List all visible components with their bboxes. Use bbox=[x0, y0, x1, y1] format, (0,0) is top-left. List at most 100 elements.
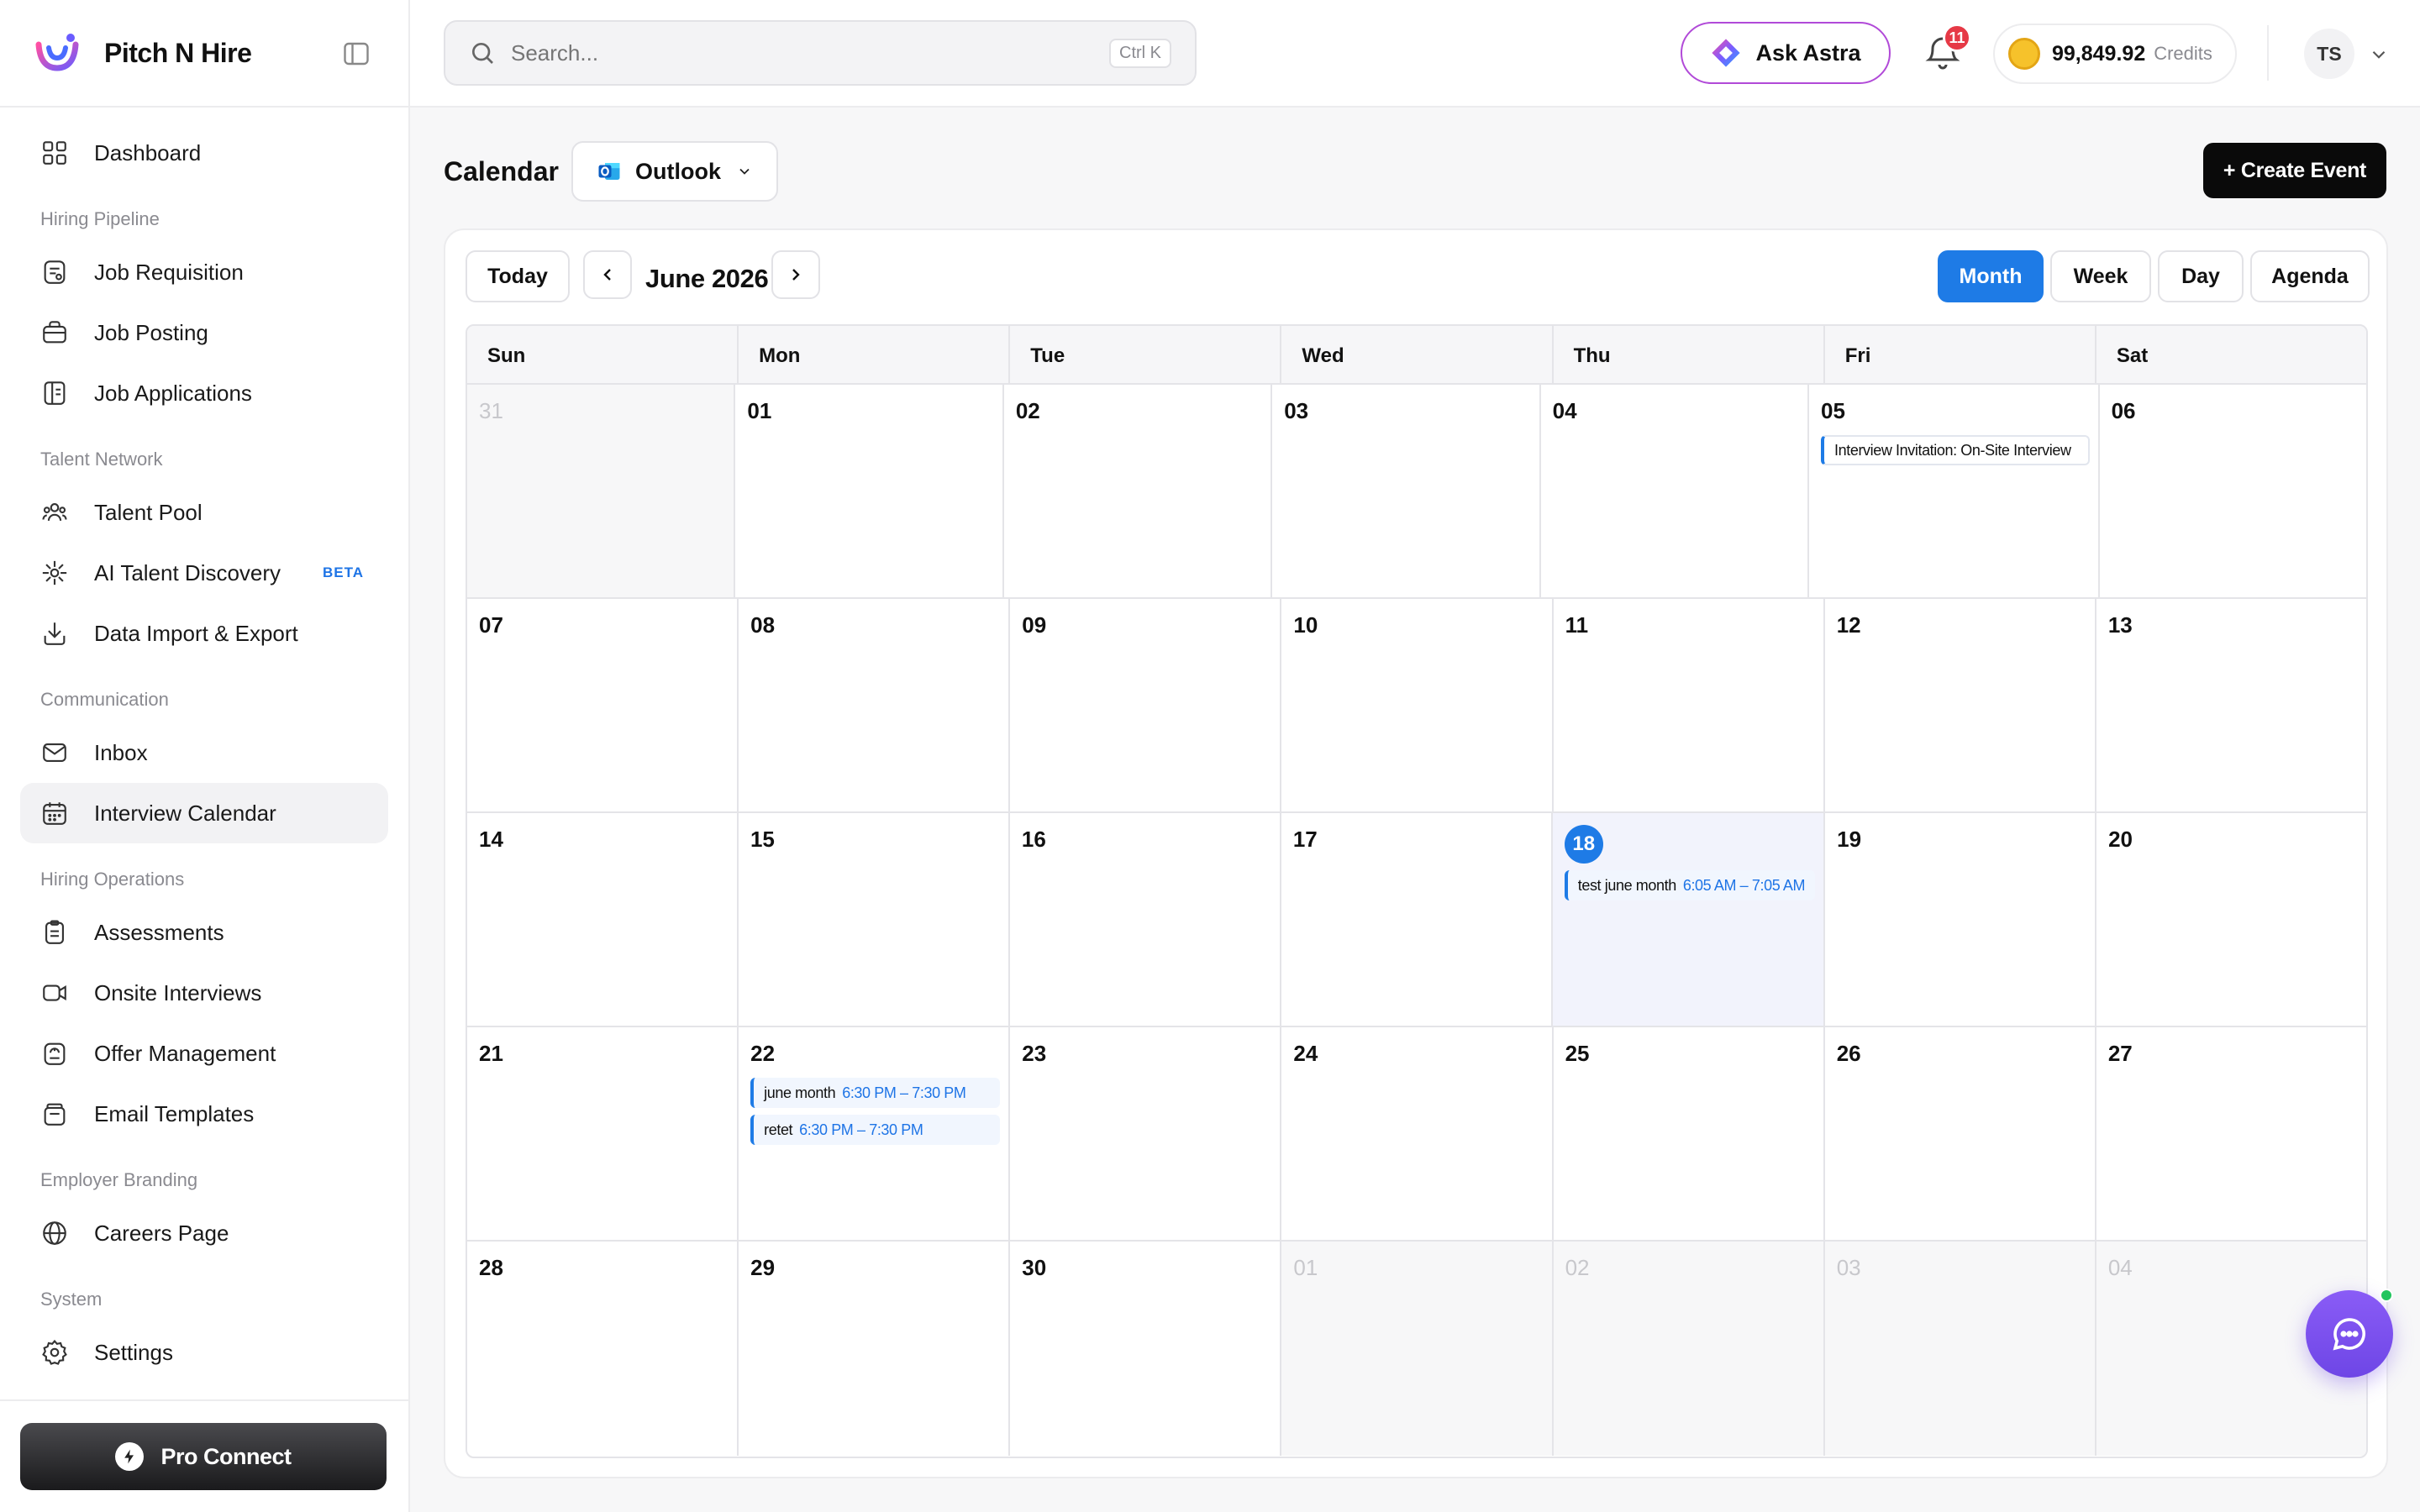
day-number: 21 bbox=[479, 1041, 503, 1066]
sidebar-item-careers-page[interactable]: Careers Page bbox=[20, 1203, 388, 1263]
sidebar-item-offer-management[interactable]: Offer Management bbox=[20, 1023, 388, 1084]
weekday-header: Wed bbox=[1281, 326, 1554, 383]
event-title: Interview Invitation: On-Site Interview bbox=[1834, 441, 2071, 459]
pro-connect-button[interactable]: Pro Connect bbox=[20, 1423, 387, 1490]
day-cell[interactable]: 15 bbox=[739, 813, 1010, 1026]
pro-connect-label: Pro Connect bbox=[160, 1443, 292, 1469]
chevron-down-icon[interactable] bbox=[2368, 44, 2390, 66]
calendar-event[interactable]: test june month 6:05 AM – 7:05 AM bbox=[1564, 870, 1816, 900]
day-cell[interactable]: 04 bbox=[1541, 385, 1810, 597]
sidebar-item-interview-calendar[interactable]: Interview Calendar bbox=[20, 783, 388, 843]
day-cell[interactable]: 29 bbox=[739, 1242, 1011, 1456]
section-title-hiring-pipeline: Hiring Pipeline bbox=[40, 208, 160, 229]
chat-support-button[interactable] bbox=[2306, 1290, 2393, 1378]
day-cell[interactable]: 08 bbox=[739, 599, 1011, 811]
sidebar-item-email-templates[interactable]: Email Templates bbox=[20, 1084, 388, 1144]
next-month-button[interactable] bbox=[771, 250, 820, 299]
day-cell[interactable]: 31 bbox=[467, 385, 736, 597]
day-cell[interactable]: 02 bbox=[1004, 385, 1273, 597]
day-cell[interactable]: 16 bbox=[1010, 813, 1281, 1026]
avatar[interactable]: TS bbox=[2304, 29, 2354, 79]
day-cell[interactable]: 10 bbox=[1281, 599, 1554, 811]
credits-display[interactable]: 99,849.92 Credits bbox=[1993, 24, 2237, 84]
sidebar-item-data-import-export[interactable]: Data Import & Export bbox=[20, 603, 388, 664]
today-button[interactable]: Today bbox=[466, 250, 570, 302]
day-cell[interactable]: 02 bbox=[1553, 1242, 1825, 1456]
day-cell[interactable]: 28 bbox=[467, 1242, 739, 1456]
day-cell[interactable]: 07 bbox=[467, 599, 739, 811]
view-day-button[interactable]: Day bbox=[2158, 250, 2244, 302]
day-cell[interactable]: 22 june month 6:30 PM – 7:30 PM retet 6:30 P… bbox=[739, 1027, 1011, 1240]
globe-icon bbox=[43, 1221, 66, 1245]
day-cell[interactable]: 01 bbox=[1281, 1242, 1554, 1456]
sidebar-toggle-icon[interactable] bbox=[341, 39, 371, 69]
week-row: 31 01 02 03 04 05 Interview Invitation: On-Sit… bbox=[467, 385, 2366, 599]
day-cell[interactable]: 19 bbox=[1825, 813, 2097, 1026]
day-cell[interactable]: 03 bbox=[1824, 1242, 2096, 1456]
chevron-left-icon bbox=[603, 269, 611, 281]
day-cell-today[interactable]: 18 test june month 6:05 AM – 7:05 AM bbox=[1552, 813, 1826, 1026]
coin-icon bbox=[2008, 38, 2040, 70]
sidebar-item-settings[interactable]: Settings bbox=[20, 1322, 388, 1383]
day-cell[interactable]: 26 bbox=[1825, 1027, 2096, 1240]
view-week-button[interactable]: Week bbox=[2050, 250, 2151, 302]
search-bar[interactable]: Ctrl K bbox=[444, 20, 1197, 86]
day-cell[interactable]: 24 bbox=[1281, 1027, 1554, 1240]
chat-bubble-icon bbox=[2333, 1318, 2365, 1351]
sidebar-item-inbox[interactable]: Inbox bbox=[20, 722, 388, 783]
sidebar-item-talent-pool[interactable]: Talent Pool bbox=[20, 482, 388, 543]
prev-month-button[interactable] bbox=[583, 250, 632, 299]
day-cell[interactable]: 25 bbox=[1554, 1027, 1825, 1240]
sidebar-item-label: Dashboard bbox=[94, 139, 202, 165]
view-agenda-button[interactable]: Agenda bbox=[2250, 250, 2370, 302]
day-cell[interactable]: 05 Interview Invitation: On-Site Intervie… bbox=[1809, 385, 2100, 597]
sidebar-item-label: Onsite Interviews bbox=[94, 979, 262, 1005]
sidebar-item-label: Job Posting bbox=[94, 319, 208, 345]
search-input[interactable] bbox=[511, 39, 1109, 66]
sidebar-item-job-applications[interactable]: Job Applications bbox=[20, 363, 388, 423]
sidebar-item-assessments[interactable]: Assessments bbox=[20, 902, 388, 963]
calendar-event[interactable]: june month 6:30 PM – 7:30 PM bbox=[750, 1078, 1001, 1108]
day-cell[interactable]: 06 bbox=[2100, 385, 2366, 597]
sidebar-item-job-posting[interactable]: Job Posting bbox=[20, 302, 388, 363]
day-number: 03 bbox=[1284, 398, 1309, 423]
day-number: 04 bbox=[2107, 1255, 2133, 1280]
day-cell[interactable]: 27 bbox=[2096, 1027, 2366, 1240]
sidebar-item-label: Assessments bbox=[94, 919, 224, 945]
day-cell[interactable]: 17 bbox=[1281, 813, 1553, 1026]
day-cell[interactable]: 20 bbox=[2096, 813, 2366, 1026]
day-number: 23 bbox=[1022, 1041, 1047, 1066]
calendar-event[interactable]: Interview Invitation: On-Site Interview bbox=[1821, 435, 2090, 465]
sidebar-item-job-requisition[interactable]: Job Requisition bbox=[20, 242, 388, 302]
day-number: 02 bbox=[1565, 1255, 1590, 1280]
day-number: 09 bbox=[1022, 612, 1047, 638]
online-status-dot bbox=[2380, 1289, 2393, 1302]
create-event-button[interactable]: + Create Event bbox=[2203, 143, 2386, 198]
sidebar-item-ai-talent-discovery[interactable]: AI Talent Discovery BETA bbox=[20, 543, 388, 603]
day-number: 01 bbox=[747, 398, 772, 423]
day-cell[interactable]: 09 bbox=[1010, 599, 1282, 811]
calendar-source-select[interactable]: Outlook bbox=[571, 141, 778, 202]
weekday-header: Fri bbox=[1825, 326, 2096, 383]
day-cell[interactable]: 01 bbox=[735, 385, 1004, 597]
day-number: 17 bbox=[1292, 827, 1318, 852]
day-cell[interactable]: 11 bbox=[1554, 599, 1825, 811]
day-cell[interactable]: 21 bbox=[467, 1027, 739, 1240]
day-number: 06 bbox=[2111, 398, 2136, 423]
day-cell[interactable]: 30 bbox=[1010, 1242, 1282, 1456]
day-cell[interactable]: 13 bbox=[2096, 599, 2366, 811]
view-month-button[interactable]: Month bbox=[1938, 250, 2044, 302]
sidebar-divider bbox=[0, 1399, 410, 1401]
sidebar-item-onsite-interviews[interactable]: Onsite Interviews bbox=[20, 963, 388, 1023]
day-cell[interactable]: 03 bbox=[1272, 385, 1541, 597]
day-cell[interactable]: 23 bbox=[1010, 1027, 1282, 1240]
calendar-event[interactable]: retet 6:30 PM – 7:30 PM bbox=[750, 1115, 1001, 1145]
sidebar-item-dashboard[interactable]: Dashboard bbox=[20, 123, 388, 183]
notification-badge: 11 bbox=[1943, 24, 1971, 52]
sidebar-item-label: Job Applications bbox=[94, 380, 252, 406]
day-cell[interactable]: 14 bbox=[467, 813, 739, 1026]
ai-spark-icon bbox=[42, 560, 67, 585]
ask-astra-button[interactable]: Ask Astra bbox=[1681, 22, 1891, 84]
day-cell[interactable]: 12 bbox=[1825, 599, 2096, 811]
gear-icon bbox=[42, 1339, 67, 1365]
